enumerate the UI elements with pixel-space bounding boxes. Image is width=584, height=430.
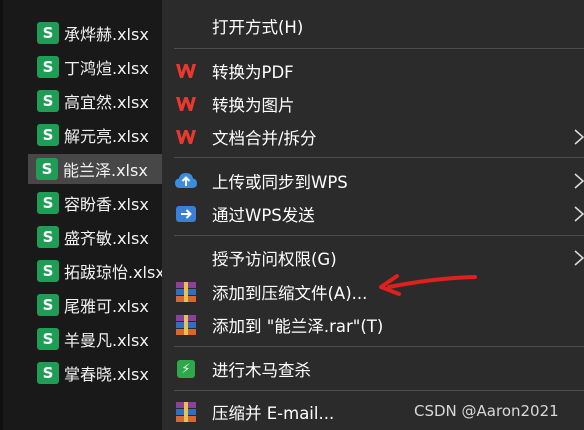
menu-separator	[174, 390, 584, 391]
file-name: 承烨赫.xlsx	[64, 25, 149, 44]
wps-logo-icon	[174, 127, 198, 147]
submenu-chevron-icon	[574, 250, 584, 266]
spreadsheet-file-icon: S	[37, 192, 59, 214]
file-name: 掌春晓.xlsx	[64, 365, 149, 384]
menu-separator	[174, 48, 584, 49]
menu-item-send-wps[interactable]: 通过WPS发送	[162, 198, 584, 230]
submenu-chevron-icon	[574, 173, 584, 189]
menu-item-upload-wps[interactable]: 上传或同步到WPS	[162, 165, 584, 197]
winrar-icon	[174, 402, 198, 422]
spreadsheet-file-icon: S	[37, 90, 59, 112]
spreadsheet-file-icon: S	[36, 158, 58, 180]
pane-edge	[0, 0, 3, 430]
file-item[interactable]: S 解元亮.xlsx	[29, 120, 169, 150]
spreadsheet-file-icon: S	[37, 22, 59, 44]
file-name: 丁鸿煊.xlsx	[64, 59, 149, 78]
menu-item-convert-image[interactable]: 转换为图片	[162, 88, 584, 120]
wps-logo-icon	[174, 94, 198, 114]
file-item[interactable]: S 丁鸿煊.xlsx	[29, 52, 169, 82]
menu-separator	[174, 235, 584, 236]
submenu-chevron-icon	[574, 129, 584, 145]
file-name: 拓跋琼怡.xlsx	[64, 263, 165, 282]
menu-item-add-rar[interactable]: 添加到 "能兰泽.rar"(T)	[162, 309, 584, 341]
file-item[interactable]: S 尾雅可.xlsx	[29, 290, 169, 320]
file-list-pane: S 承烨赫.xlsx S 丁鸿煊.xlsx S 高宜然.xlsx S 解元亮.x…	[0, 0, 168, 430]
menu-item-label: 授予访问权限(G)	[212, 250, 337, 269]
file-name: 能兰泽.xlsx	[63, 161, 148, 180]
file-name: 盛齐敏.xlsx	[64, 229, 149, 248]
file-item[interactable]: S 羊曼凡.xlsx	[29, 324, 169, 354]
file-name: 容盼香.xlsx	[64, 195, 149, 214]
menu-item-label: 转换为PDF	[212, 63, 294, 82]
menu-item-label: 转换为图片	[212, 96, 295, 115]
file-item[interactable]: S 盛齐敏.xlsx	[29, 222, 169, 252]
send-arrow-icon	[174, 204, 198, 224]
menu-item-open-with[interactable]: 打开方式(H)	[162, 10, 584, 42]
spreadsheet-file-icon: S	[37, 362, 59, 384]
spreadsheet-file-icon: S	[37, 226, 59, 248]
menu-item-label: 文档合并/拆分	[212, 129, 317, 148]
file-item[interactable]: S 掌春晓.xlsx	[29, 358, 169, 388]
file-item[interactable]: S 拓跋琼怡.xlsx	[29, 256, 169, 286]
winrar-icon	[174, 315, 198, 335]
menu-item-merge-split[interactable]: 文档合并/拆分	[162, 121, 584, 153]
annotation-arrow	[379, 274, 477, 296]
winrar-icon	[174, 282, 198, 302]
menu-item-partial-label	[212, 0, 236, 3]
file-item[interactable]: S 承烨赫.xlsx	[29, 18, 169, 48]
spreadsheet-file-icon: S	[37, 294, 59, 316]
spreadsheet-file-icon: S	[37, 124, 59, 146]
menu-item-label: 通过WPS发送	[212, 206, 315, 225]
spreadsheet-file-icon: S	[37, 328, 59, 350]
file-name: 解元亮.xlsx	[64, 127, 149, 146]
context-menu: 打开方式(H) 转换为PDF 转换为图片 文档合并/拆分 上传或同步到WPS 通…	[162, 0, 584, 430]
menu-item-label: 上传或同步到WPS	[212, 173, 348, 192]
watermark: CSDN @Aaron2021	[414, 402, 559, 420]
wps-logo-icon	[174, 61, 198, 81]
menu-separator	[174, 157, 584, 158]
menu-item-label: 添加到 "能兰泽.rar"(T)	[212, 317, 384, 336]
menu-item-label: 打开方式(H)	[212, 18, 304, 37]
spreadsheet-file-icon: S	[37, 56, 59, 78]
file-name: 羊曼凡.xlsx	[64, 331, 149, 350]
menu-item-label: 进行木马查杀	[212, 361, 311, 380]
cloud-upload-icon	[174, 171, 198, 191]
file-item-selected[interactable]: S 能兰泽.xlsx	[28, 154, 168, 184]
file-name: 高宜然.xlsx	[64, 93, 149, 112]
menu-item-add-archive[interactable]: 添加到压缩文件(A)...	[162, 276, 584, 308]
menu-item-label: 添加到压缩文件(A)...	[212, 284, 368, 303]
file-item[interactable]: S 高宜然.xlsx	[29, 86, 169, 116]
submenu-chevron-icon	[574, 206, 584, 222]
menu-separator	[174, 346, 584, 347]
spreadsheet-file-icon: S	[37, 260, 59, 282]
menu-item-convert-pdf[interactable]: 转换为PDF	[162, 55, 584, 87]
menu-item-grant-access[interactable]: 授予访问权限(G)	[162, 242, 584, 274]
menu-item-virus-scan[interactable]: ⚡ 进行木马查杀	[162, 353, 584, 385]
shield-icon: ⚡	[174, 359, 198, 379]
file-item[interactable]: S 容盼香.xlsx	[29, 188, 169, 218]
menu-item-label: 压缩并 E-mail...	[212, 404, 335, 423]
file-name: 尾雅可.xlsx	[64, 297, 149, 316]
